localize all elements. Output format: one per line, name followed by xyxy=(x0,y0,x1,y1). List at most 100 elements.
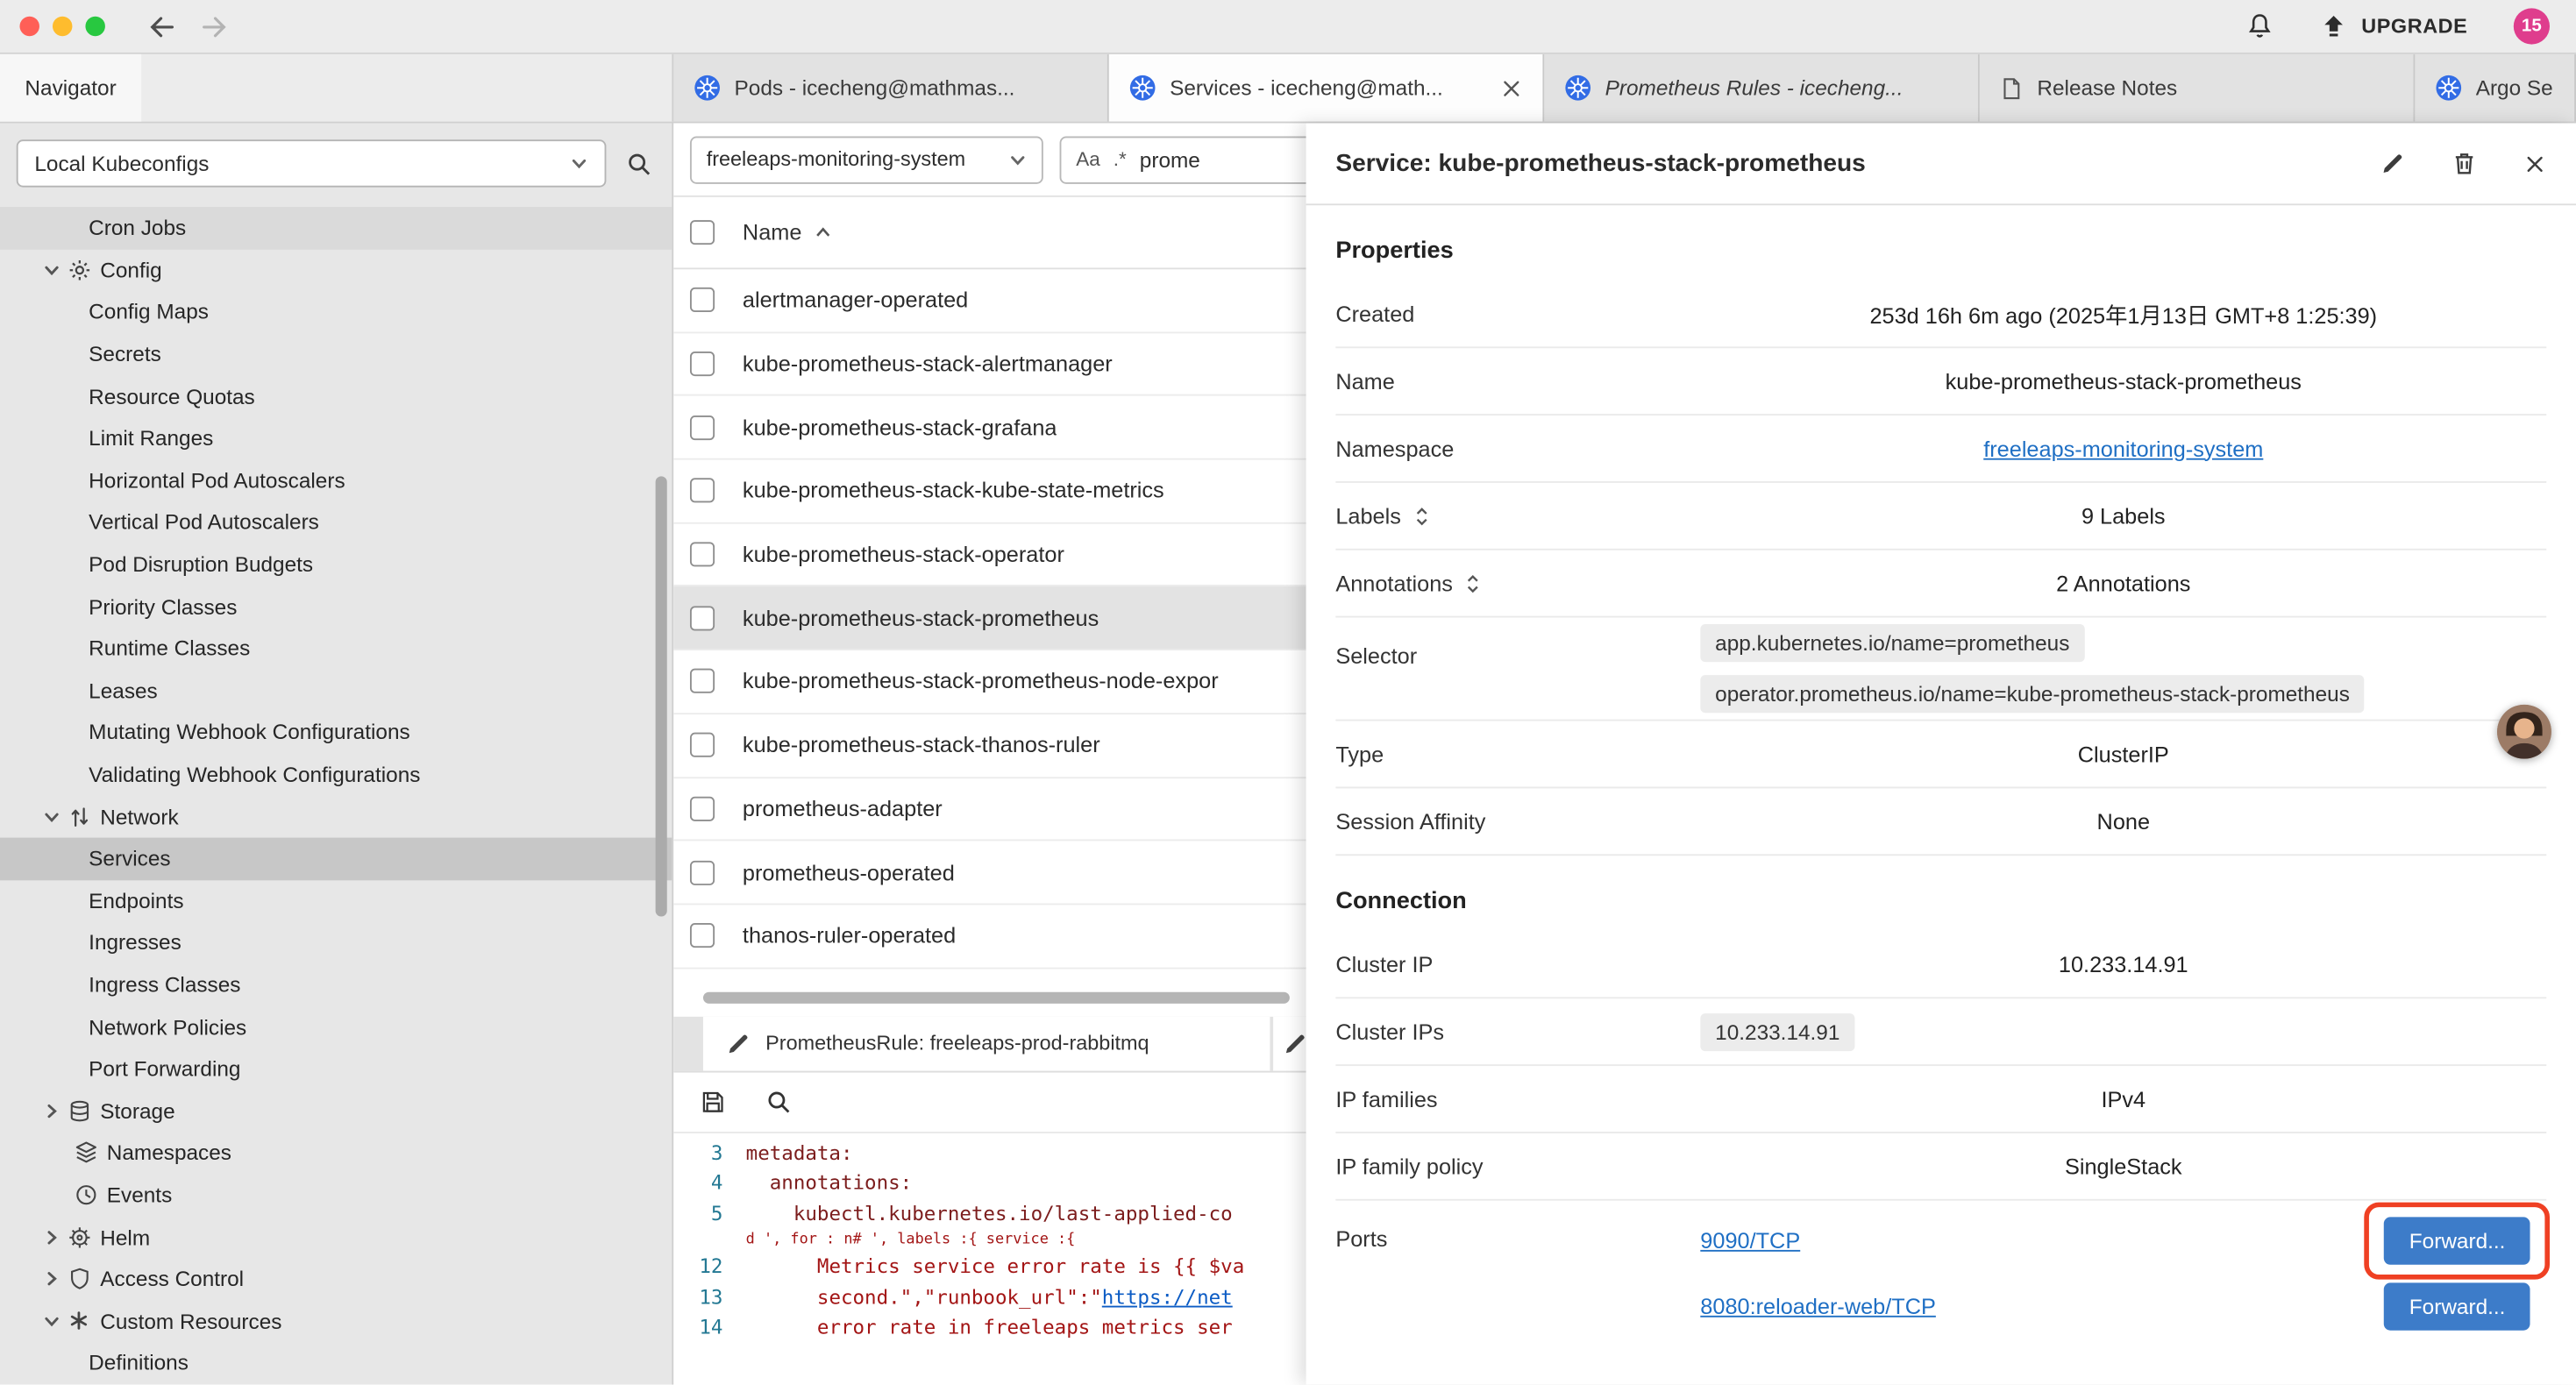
editor-search-icon[interactable] xyxy=(765,1088,792,1114)
sidebar-scrollbar[interactable] xyxy=(656,476,667,916)
table-row[interactable]: kube-prometheus-stack-alertmanager xyxy=(673,333,1306,396)
sidebar-item-mutating-webhook-configurations[interactable]: Mutating Webhook Configurations xyxy=(0,712,672,754)
navigator-tab[interactable]: Navigator xyxy=(0,54,141,122)
horizontal-scrollbar[interactable] xyxy=(703,991,1290,1003)
close-icon[interactable] xyxy=(2523,150,2546,178)
forward-button[interactable]: Forward... xyxy=(2385,1216,2530,1263)
sidebar-item-config[interactable]: Config xyxy=(0,249,672,291)
namespace-dropdown[interactable]: freeleaps-monitoring-system xyxy=(690,136,1043,183)
sort-ascending-icon[interactable] xyxy=(815,227,831,238)
table-row[interactable]: kube-prometheus-stack-prometheus-node-ex… xyxy=(673,650,1306,714)
dock-tab-partial[interactable] xyxy=(1273,1016,1306,1070)
minimize-window-button[interactable] xyxy=(53,17,72,36)
table-row[interactable]: kube-prometheus-stack-kube-state-metrics xyxy=(673,460,1306,523)
network-icon xyxy=(64,804,94,828)
sidebar-item-cron-jobs[interactable]: Cron Jobs xyxy=(0,207,672,249)
forward-button[interactable]: Forward... xyxy=(2385,1282,2530,1329)
sidebar-search-icon[interactable] xyxy=(626,150,652,176)
port-link[interactable]: 9090/TCP xyxy=(1700,1228,1800,1253)
tab-pods-icecheng-mathmas[interactable]: Pods - icecheng@mathmas... xyxy=(673,54,1109,122)
tab-argo-se[interactable]: Argo Se xyxy=(2415,54,2576,122)
row-checkbox[interactable] xyxy=(690,288,715,313)
row-checkbox[interactable] xyxy=(690,669,715,693)
sidebar-item-label: Port Forwarding xyxy=(82,1056,241,1081)
sidebar-item-helm[interactable]: Helm xyxy=(0,1216,672,1258)
back-button[interactable] xyxy=(141,6,181,46)
namespace-link[interactable]: freeleaps-monitoring-system xyxy=(1983,436,2263,460)
select-all-checkbox[interactable] xyxy=(690,220,715,245)
name-column-header[interactable]: Name xyxy=(743,220,801,245)
row-checkbox[interactable] xyxy=(690,352,715,376)
sidebar-item-ingresses[interactable]: Ingresses xyxy=(0,921,672,963)
notification-count-badge[interactable]: 15 xyxy=(2514,8,2550,44)
sidebar-item-horizontal-pod-autoscalers[interactable]: Horizontal Pod Autoscalers xyxy=(0,459,672,501)
edit-icon[interactable] xyxy=(2380,150,2405,178)
sidebar-item-namespaces[interactable]: Namespaces xyxy=(0,1132,672,1174)
port-link[interactable]: 8080:reloader-web/TCP xyxy=(1700,1294,1936,1318)
table-row[interactable]: thanos-ruler-operated xyxy=(673,905,1306,968)
close-tab-icon[interactable] xyxy=(1500,76,1523,99)
tab-services-icecheng-math[interactable]: Services - icecheng@math... xyxy=(1109,54,1545,122)
service-name: kube-prometheus-stack-grafana xyxy=(743,416,1057,440)
row-checkbox[interactable] xyxy=(690,733,715,757)
property-label: IP family policy xyxy=(1335,1154,1700,1178)
sidebar-item-validating-webhook-configurations[interactable]: Validating Webhook Configurations xyxy=(0,754,672,796)
sidebar-item-storage[interactable]: Storage xyxy=(0,1090,672,1132)
yaml-editor[interactable]: 3metadata:4 annotations:5 kubectl.kubern… xyxy=(673,1133,1306,1384)
delete-icon[interactable] xyxy=(2451,150,2478,178)
row-checkbox[interactable] xyxy=(690,416,715,440)
sidebar-item-leases[interactable]: Leases xyxy=(0,670,672,712)
sidebar-item-priority-classes[interactable]: Priority Classes xyxy=(0,586,672,628)
sidebar-item-config-maps[interactable]: Config Maps xyxy=(0,291,672,333)
row-checkbox[interactable] xyxy=(690,860,715,884)
sidebar-item-secrets[interactable]: Secrets xyxy=(0,333,672,375)
sidebar-item-network[interactable]: Network xyxy=(0,795,672,837)
table-row[interactable]: prometheus-adapter xyxy=(673,778,1306,841)
tab-release-notes[interactable]: Release Notes xyxy=(1980,54,2416,122)
sidebar-item-custom-resources[interactable]: Custom Resources xyxy=(0,1300,672,1342)
sidebar-item-resource-quotas[interactable]: Resource Quotas xyxy=(0,375,672,417)
row-checkbox[interactable] xyxy=(690,543,715,567)
sidebar-item-definitions[interactable]: Definitions xyxy=(0,1342,672,1384)
table-row[interactable]: kube-prometheus-stack-prometheus xyxy=(673,587,1306,650)
match-case-toggle[interactable]: Aa xyxy=(1076,148,1100,171)
upgrade-button[interactable]: UPGRADE xyxy=(2320,12,2467,40)
service-name: thanos-ruler-operated xyxy=(743,923,956,948)
user-avatar[interactable] xyxy=(2497,705,2551,759)
sidebar-item-vertical-pod-autoscalers[interactable]: Vertical Pod Autoscalers xyxy=(0,501,672,543)
sidebar-item-endpoints[interactable]: Endpoints xyxy=(0,879,672,921)
table-row[interactable]: prometheus-operated xyxy=(673,842,1306,905)
table-row[interactable]: kube-prometheus-stack-thanos-ruler xyxy=(673,714,1306,778)
notifications-bell-icon[interactable] xyxy=(2246,11,2274,41)
sidebar-item-events[interactable]: Events xyxy=(0,1174,672,1216)
kubeconfig-dropdown[interactable]: Local Kubeconfigs xyxy=(17,139,607,187)
sidebar-item-access-control[interactable]: Access Control xyxy=(0,1258,672,1300)
row-checkbox[interactable] xyxy=(690,796,715,820)
sidebar-item-network-policies[interactable]: Network Policies xyxy=(0,1005,672,1048)
dock-tab-prometheusrule[interactable]: PrometheusRule: freeleaps-prod-rabbitmq xyxy=(703,1016,1270,1070)
sidebar-item-port-forwarding[interactable]: Port Forwarding xyxy=(0,1048,672,1090)
sidebar-item-runtime-classes[interactable]: Runtime Classes xyxy=(0,628,672,670)
row-checkbox[interactable] xyxy=(690,479,715,503)
sidebar-item-ingress-classes[interactable]: Ingress Classes xyxy=(0,963,672,1005)
table-row[interactable]: kube-prometheus-stack-grafana xyxy=(673,396,1306,459)
row-checkbox[interactable] xyxy=(690,606,715,630)
sidebar-item-label: Config xyxy=(94,258,162,282)
tab-prometheus-rules-icecheng[interactable]: Prometheus Rules - icecheng... xyxy=(1544,54,1980,122)
property-value: 2 Annotations xyxy=(2056,571,2190,595)
sidebar-item-label: Secrets xyxy=(82,342,161,366)
close-window-button[interactable] xyxy=(19,17,39,36)
editor-toolbar xyxy=(673,1070,1306,1133)
search-input[interactable]: Aa .* prome xyxy=(1060,136,1306,183)
regex-toggle[interactable]: .* xyxy=(1114,148,1127,171)
sidebar-item-pod-disruption-budgets[interactable]: Pod Disruption Budgets xyxy=(0,543,672,586)
row-checkbox[interactable] xyxy=(690,923,715,948)
table-row[interactable]: kube-prometheus-stack-operator xyxy=(673,523,1306,586)
table-row[interactable]: alertmanager-operated xyxy=(673,269,1306,332)
maximize-window-button[interactable] xyxy=(85,17,104,36)
window-chrome: UPGRADE 15 xyxy=(0,0,2576,54)
sidebar-item-services[interactable]: Services xyxy=(0,837,672,879)
save-icon[interactable] xyxy=(700,1088,726,1114)
forward-button-nav[interactable] xyxy=(194,6,233,46)
sidebar-item-limit-ranges[interactable]: Limit Ranges xyxy=(0,417,672,459)
